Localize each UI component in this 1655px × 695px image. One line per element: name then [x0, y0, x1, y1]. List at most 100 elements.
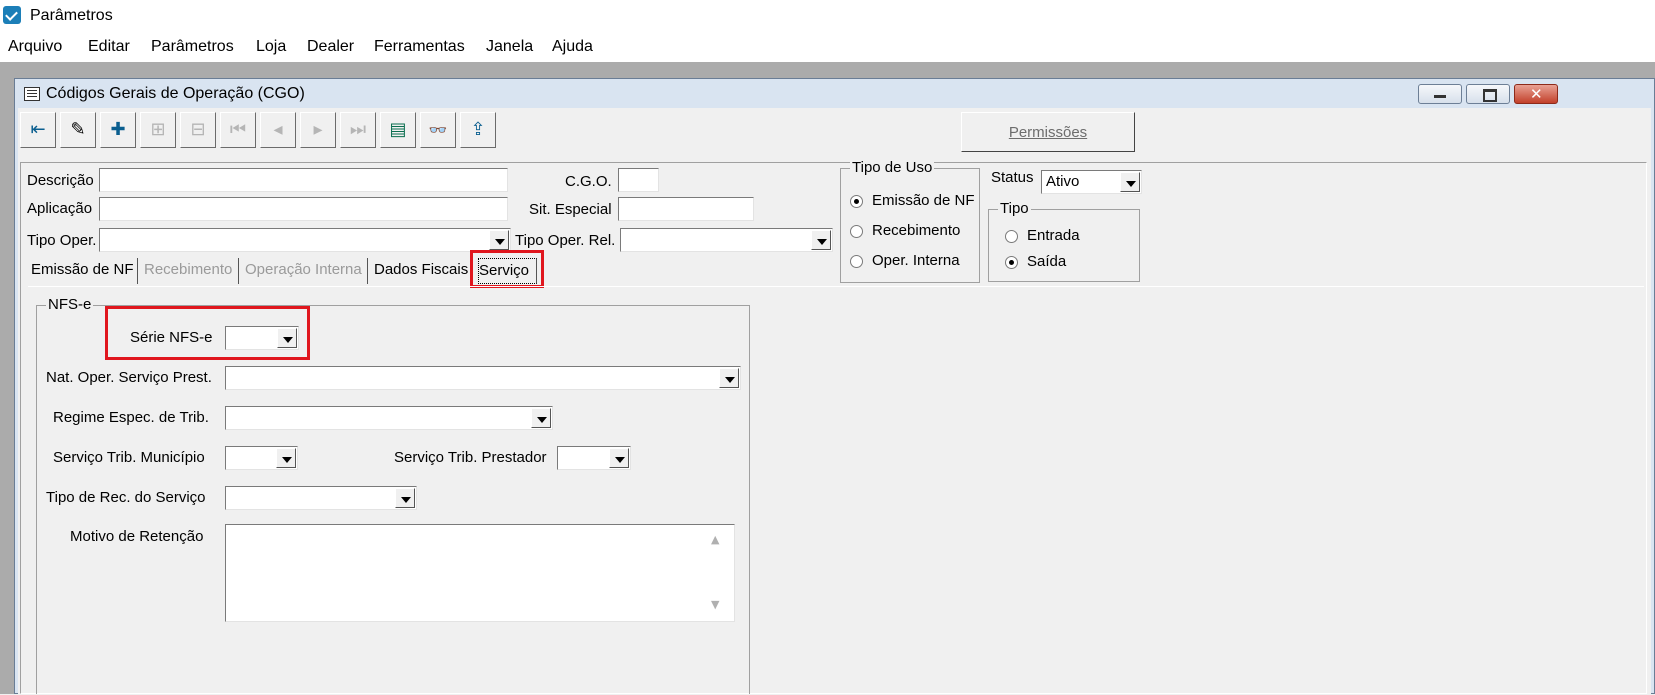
close-button[interactable]: ✕ [1514, 84, 1558, 104]
sit-especial-label: Sit. Especial [529, 201, 612, 218]
exit-icon: ⇤ [30, 119, 46, 140]
menu-janela[interactable]: Janela [486, 38, 533, 56]
menu-bar: Arquivo Editar Parâmetros Loja Dealer Fe… [0, 34, 1655, 62]
next-record-button[interactable]: ▸ [300, 112, 336, 148]
ledger-button[interactable]: ▤ [380, 112, 416, 148]
nfse-title: NFS-e [46, 296, 94, 313]
binoculars-icon: 👓 [428, 120, 448, 139]
menu-loja[interactable]: Loja [256, 38, 286, 56]
menu-dealer[interactable]: Dealer [307, 38, 354, 56]
search-button[interactable]: 👓 [420, 112, 456, 148]
recebimento-option[interactable]: Recebimento [872, 222, 960, 239]
form-window-icon [24, 87, 40, 101]
menu-arquivo[interactable]: Arquivo [8, 38, 62, 56]
entrada-radio[interactable] [1005, 230, 1018, 243]
add-folder-icon: ✚ [110, 119, 126, 140]
regime-select[interactable] [225, 406, 553, 430]
menu-ferramentas[interactable]: Ferramentas [374, 38, 465, 56]
new-button[interactable]: ✚ [100, 112, 136, 148]
cgo-field[interactable] [618, 168, 659, 192]
aplicacao-field[interactable] [99, 197, 508, 221]
chevron-down-icon[interactable] [276, 448, 296, 468]
cgo-label: C.G.O. [565, 173, 612, 190]
descricao-label: Descrição [27, 172, 94, 189]
chevron-down-icon[interactable] [811, 230, 831, 250]
scroll-down-icon[interactable]: ▼ [711, 598, 719, 611]
sit-especial-field[interactable] [618, 197, 754, 221]
tipo-rec-label: Tipo de Rec. do Serviço [46, 489, 206, 506]
permissions-button[interactable]: Permissões [961, 112, 1135, 152]
oper-interna-radio[interactable] [850, 255, 863, 268]
exit-button[interactable]: ⇤ [20, 112, 56, 148]
emissao-nf-radio[interactable] [850, 195, 863, 208]
saida-option[interactable]: Saída [1027, 253, 1066, 270]
tab-operacao-interna[interactable]: Operação Interna [245, 258, 368, 284]
motivo-label: Motivo de Retenção [70, 528, 204, 545]
chevron-down-icon[interactable] [609, 448, 629, 468]
chevron-down-icon[interactable] [531, 408, 551, 428]
child-window-title: Códigos Gerais de Operação (CGO) [46, 85, 305, 102]
minimize-icon [1434, 95, 1446, 98]
status-label: Status [991, 169, 1034, 186]
motivo-textarea[interactable] [225, 524, 735, 622]
menu-editar[interactable]: Editar [88, 38, 130, 56]
chevron-down-icon[interactable] [489, 230, 509, 250]
nat-oper-select[interactable] [225, 366, 741, 390]
saida-radio[interactable] [1005, 256, 1018, 269]
tipo-group [988, 209, 1140, 282]
tab-dados-fiscais[interactable]: Dados Fiscais [374, 258, 472, 284]
entrada-option[interactable]: Entrada [1027, 227, 1080, 244]
serie-nfse-highlight-box [105, 306, 310, 360]
tab-emissao-nf[interactable]: Emissão de NF [31, 258, 138, 284]
emissao-nf-option[interactable]: Emissão de NF [872, 192, 975, 209]
prev-icon: ◂ [273, 119, 283, 140]
oper-interna-option[interactable]: Oper. Interna [872, 252, 960, 269]
descricao-field[interactable] [99, 168, 508, 192]
tab-highlight-box [470, 250, 544, 288]
regime-label: Regime Espec. de Trib. [53, 409, 209, 426]
tipo-rec-select[interactable] [225, 486, 417, 510]
aplicacao-label: Aplicação [27, 200, 93, 217]
tipo-oper-label: Tipo Oper. [27, 232, 97, 249]
chevron-down-icon[interactable] [719, 368, 739, 388]
remove-disabled-icon: ⊟ [190, 119, 206, 140]
chevron-down-icon[interactable] [1120, 172, 1140, 192]
serv-trib-prest-select[interactable] [557, 446, 631, 470]
serv-trib-mun-label: Serviço Trib. Município [53, 449, 205, 466]
status-select[interactable]: Ativo [1041, 170, 1142, 194]
tipo-oper-rel-label: Tipo Oper. Rel. [515, 232, 616, 249]
app-logo-icon [3, 6, 21, 24]
clear-button[interactable]: ✎ [60, 112, 96, 148]
first-record-button[interactable]: ⏮ [220, 112, 256, 148]
ledger-icon: ▤ [389, 119, 407, 140]
export-button[interactable]: ⇪ [460, 112, 496, 148]
close-icon: ✕ [1530, 85, 1543, 103]
export-icon: ⇪ [470, 119, 486, 140]
prev-record-button[interactable]: ◂ [260, 112, 296, 148]
menu-ajuda[interactable]: Ajuda [552, 38, 593, 56]
add-disabled-icon: ⊞ [150, 119, 166, 140]
menu-parametros[interactable]: Parâmetros [151, 38, 234, 56]
first-icon: ⏮ [229, 119, 247, 140]
maximize-button[interactable] [1466, 84, 1510, 104]
tipo-oper-select[interactable] [99, 228, 511, 252]
eraser-icon: ✎ [70, 119, 86, 140]
app-title: Parâmetros [30, 7, 113, 24]
recebimento-radio[interactable] [850, 225, 863, 238]
serv-trib-prest-label: Serviço Trib. Prestador [394, 449, 547, 466]
tipo-oper-rel-select[interactable] [620, 228, 833, 252]
remove-disabled-button[interactable]: ⊟ [180, 112, 216, 148]
chevron-down-icon[interactable] [395, 488, 415, 508]
app-title-bar [0, 0, 1655, 34]
last-record-button[interactable]: ⏭ [340, 112, 376, 148]
serv-trib-mun-select[interactable] [225, 446, 298, 470]
add-disabled-button[interactable]: ⊞ [140, 112, 176, 148]
scroll-up-icon[interactable]: ▲ [711, 533, 719, 546]
nat-oper-label: Nat. Oper. Serviço Prest. [46, 369, 212, 386]
restore-icon [1483, 89, 1497, 102]
tipo-uso-title: Tipo de Uso [850, 159, 935, 176]
minimize-button[interactable] [1418, 84, 1462, 104]
tab-recebimento[interactable]: Recebimento [144, 258, 239, 284]
tipo-title: Tipo [998, 200, 1031, 217]
next-icon: ▸ [313, 119, 323, 140]
